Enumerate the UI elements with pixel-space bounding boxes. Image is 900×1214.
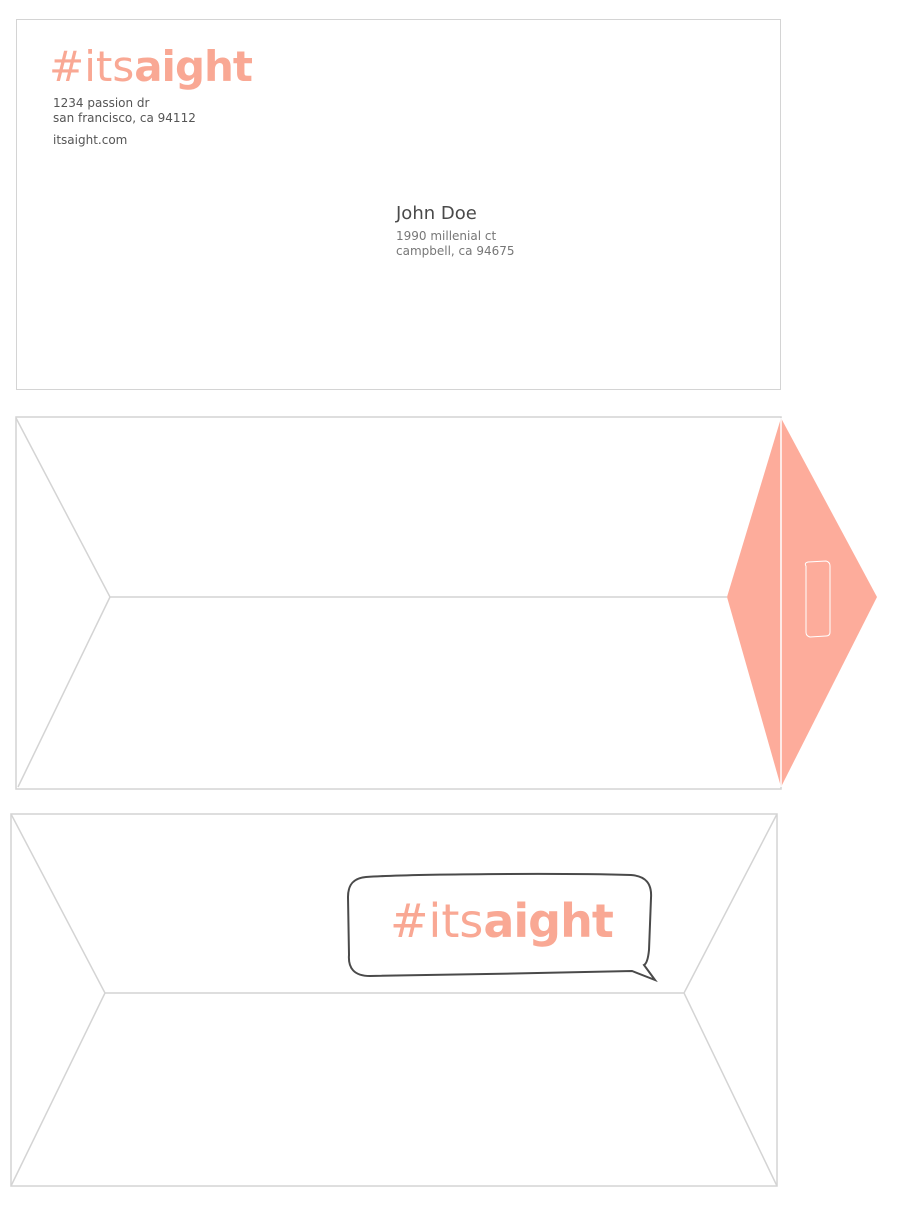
front-logo: #itsaight: [49, 46, 253, 88]
envelope-back-outline: [10, 813, 778, 1187]
envelope-open-outline: [15, 416, 782, 790]
recipient-address: John Doe 1990 millenial ct campbell, ca …: [396, 203, 515, 259]
logo-prefix: #its: [49, 42, 135, 91]
logo-bold: aight: [134, 42, 253, 91]
recipient-name: John Doe: [396, 203, 477, 224]
envelope-back-left-fold: [10, 813, 106, 1187]
envelope-back: [10, 813, 778, 1187]
speech-bubble-logo: #itsaight: [390, 898, 614, 944]
return-address-line1: 1234 passion dr: [53, 96, 150, 110]
bubble-logo-bold: aight: [483, 894, 613, 948]
return-url: itsaight.com: [53, 133, 128, 147]
envelope-open-flap: [15, 416, 877, 790]
envelope-back-right-fold: [683, 813, 778, 1187]
return-address-line2: san francisco, ca 94112: [53, 111, 196, 125]
side-flap: [727, 418, 877, 787]
envelope-front: #itsaight 1234 passion dr san francisco,…: [16, 19, 781, 390]
recipient-line1: 1990 millenial ct: [396, 229, 497, 243]
envelope-open-bottom-fold: [17, 596, 111, 788]
bubble-logo-prefix: #its: [390, 894, 484, 948]
envelope-open-fold-lines: [15, 417, 727, 598]
recipient-line2: campbell, ca 94675: [396, 244, 515, 258]
return-address: 1234 passion dr san francisco, ca 94112: [53, 96, 196, 126]
